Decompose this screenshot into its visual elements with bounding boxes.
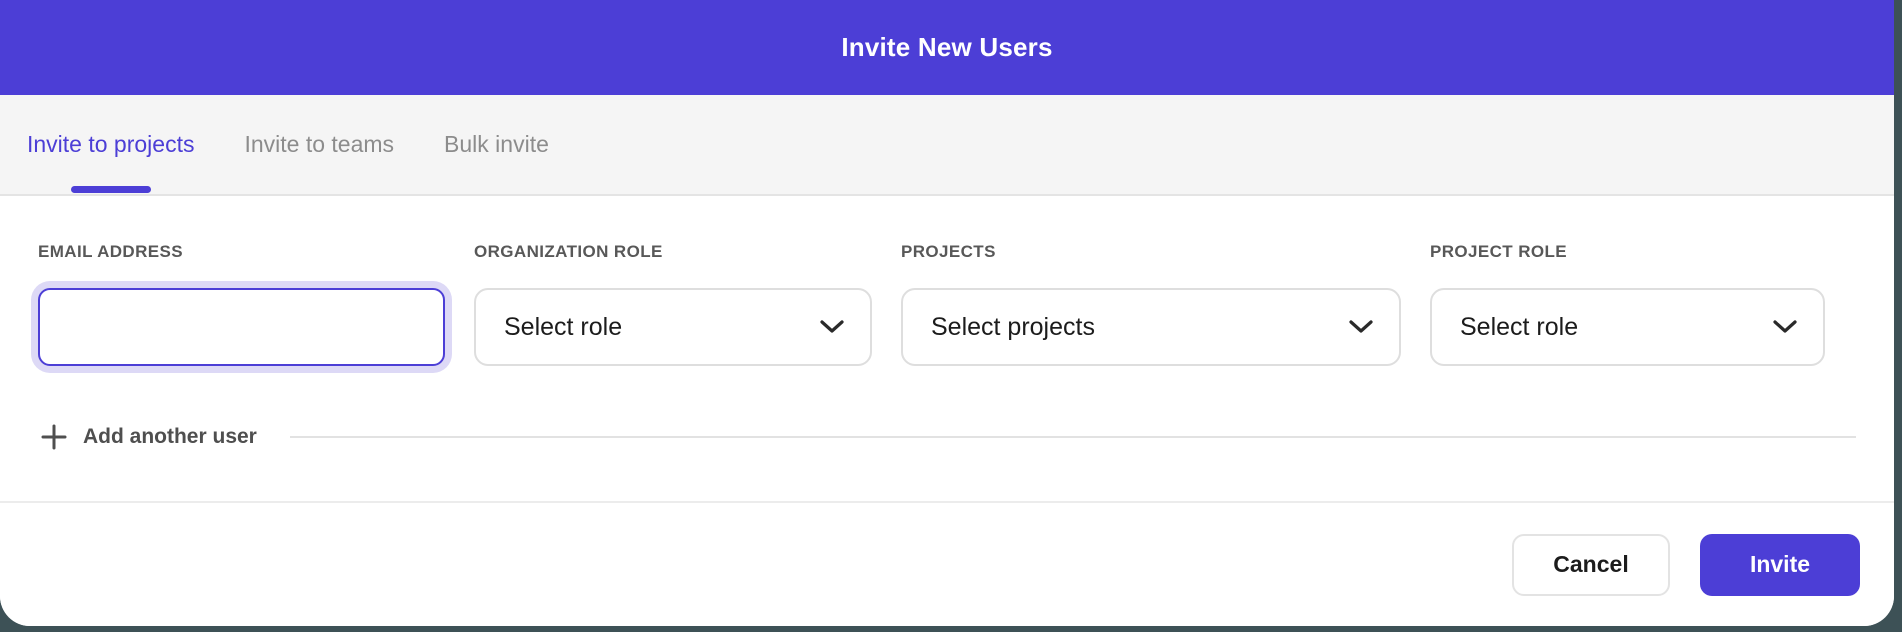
modal-footer: Cancel Invite bbox=[0, 501, 1894, 626]
tab-label: Bulk invite bbox=[444, 131, 549, 158]
plus-icon bbox=[40, 423, 68, 451]
tab-invite-to-teams[interactable]: Invite to teams bbox=[244, 95, 394, 194]
field-group-projects: PROJECTS Select projects bbox=[901, 242, 1401, 366]
field-group-project-role: PROJECT ROLE Select role bbox=[1430, 242, 1825, 366]
project-role-value: Select role bbox=[1460, 313, 1578, 342]
organization-role-label: ORGANIZATION ROLE bbox=[474, 242, 872, 262]
organization-role-value: Select role bbox=[504, 313, 622, 342]
add-another-user-row: Add another user bbox=[38, 423, 1894, 451]
modal-header: Invite New Users bbox=[0, 0, 1894, 95]
project-role-label: PROJECT ROLE bbox=[1430, 242, 1825, 262]
add-another-user-button[interactable]: Add another user bbox=[40, 423, 257, 451]
add-another-user-label: Add another user bbox=[83, 425, 257, 449]
tab-invite-to-projects[interactable]: Invite to projects bbox=[27, 95, 194, 194]
project-role-select[interactable]: Select role bbox=[1430, 288, 1825, 366]
add-row-divider bbox=[290, 436, 1856, 438]
invite-form: EMAIL ADDRESS ORGANIZATION ROLE Select r… bbox=[0, 196, 1894, 501]
tab-bar: Invite to projects Invite to teams Bulk … bbox=[0, 95, 1894, 196]
field-group-email: EMAIL ADDRESS bbox=[38, 242, 445, 366]
chevron-down-icon bbox=[820, 320, 844, 334]
invite-new-users-modal: Invite New Users Invite to projects Invi… bbox=[0, 0, 1894, 626]
page-backdrop: Invite New Users Invite to projects Invi… bbox=[0, 0, 1902, 632]
active-tab-indicator bbox=[71, 186, 151, 193]
fields-row: EMAIL ADDRESS ORGANIZATION ROLE Select r… bbox=[38, 242, 1894, 366]
projects-value: Select projects bbox=[931, 313, 1095, 342]
projects-select[interactable]: Select projects bbox=[901, 288, 1401, 366]
modal-title: Invite New Users bbox=[841, 32, 1052, 63]
email-address-label: EMAIL ADDRESS bbox=[38, 242, 445, 262]
field-group-organization-role: ORGANIZATION ROLE Select role bbox=[474, 242, 872, 366]
chevron-down-icon bbox=[1773, 320, 1797, 334]
cancel-button[interactable]: Cancel bbox=[1512, 534, 1670, 596]
tab-label: Invite to projects bbox=[27, 131, 194, 158]
projects-label: PROJECTS bbox=[901, 242, 1401, 262]
email-address-input[interactable] bbox=[38, 288, 445, 366]
chevron-down-icon bbox=[1349, 320, 1373, 334]
invite-button[interactable]: Invite bbox=[1700, 534, 1860, 596]
tab-label: Invite to teams bbox=[244, 131, 394, 158]
tab-bulk-invite[interactable]: Bulk invite bbox=[444, 95, 549, 194]
organization-role-select[interactable]: Select role bbox=[474, 288, 872, 366]
